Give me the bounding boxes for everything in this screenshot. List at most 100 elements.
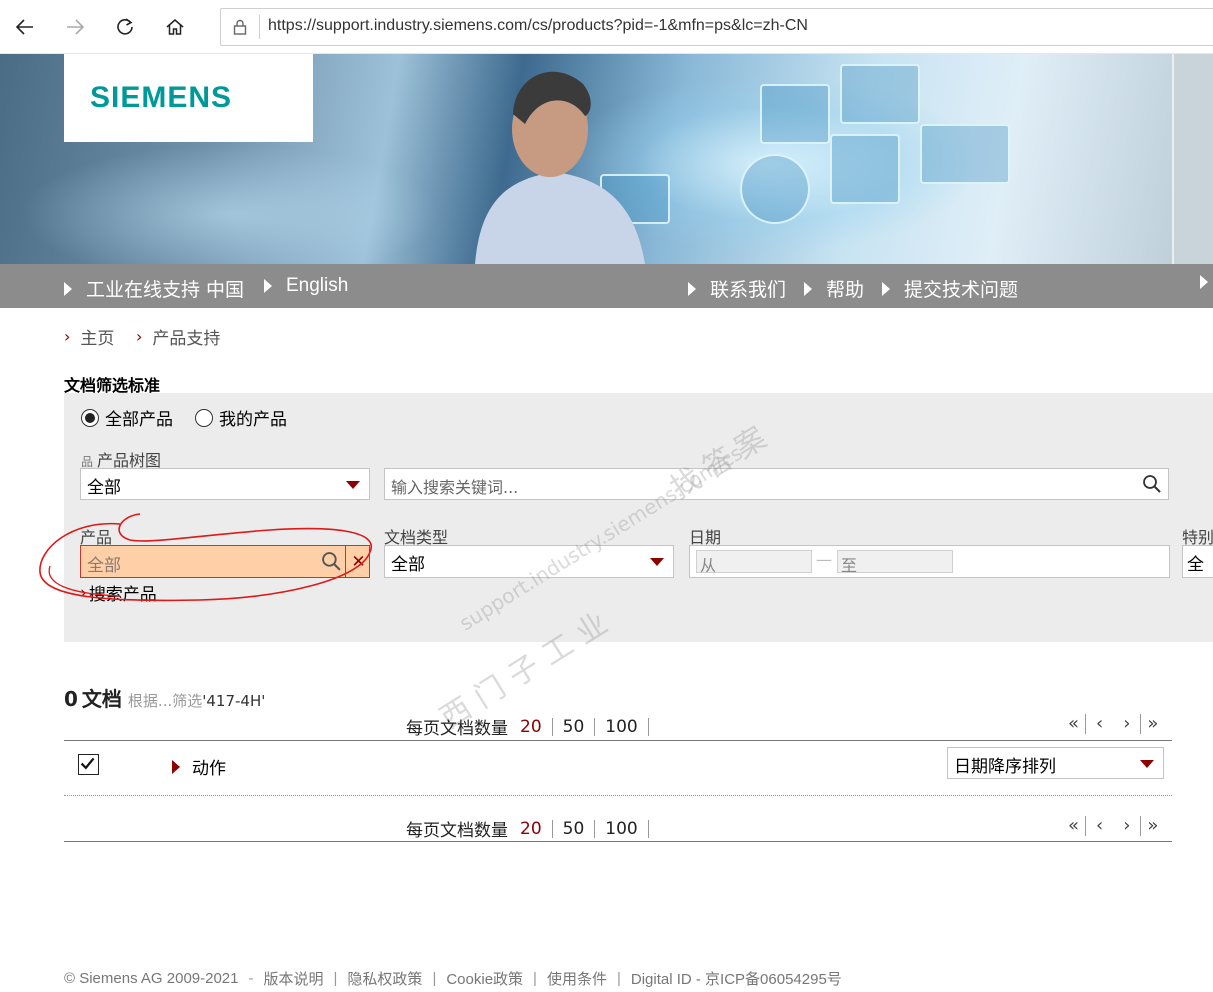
nav-label: 联系我们 bbox=[710, 279, 787, 301]
footer-link-digital-id[interactable]: Digital ID - 京ICP备06054295号 bbox=[631, 968, 842, 989]
refresh-button[interactable] bbox=[110, 12, 140, 42]
filter-panel bbox=[64, 393, 1213, 642]
footer-separator: | bbox=[533, 970, 537, 987]
next-page-icon[interactable]: › bbox=[1113, 817, 1140, 835]
nav-more[interactable] bbox=[1200, 275, 1213, 289]
select-all-checkbox[interactable] bbox=[78, 754, 99, 775]
arrow-right-icon bbox=[1200, 275, 1208, 289]
footer-separator: | bbox=[616, 970, 621, 987]
search-icon[interactable] bbox=[1142, 474, 1162, 494]
special-select[interactable]: 全部 bbox=[1182, 545, 1213, 578]
engineer-illustration bbox=[475, 71, 645, 264]
nav-contact-us[interactable]: 联系我们 bbox=[688, 275, 786, 302]
results-word: 文档 bbox=[81, 687, 122, 711]
search-placeholder: 输入搜索关键词... bbox=[391, 478, 519, 497]
prev-page-icon[interactable]: ‹ bbox=[1086, 715, 1113, 733]
check-icon bbox=[80, 757, 95, 770]
caret-down-icon bbox=[650, 558, 664, 566]
arrow-right-icon bbox=[264, 279, 272, 293]
address-divider bbox=[259, 15, 260, 39]
hud-panel bbox=[830, 134, 900, 204]
action-label: 动作 bbox=[192, 759, 226, 779]
top-navigation: 工业在线支持 中国 English 联系我们 帮助 提交技术问题 bbox=[0, 264, 1213, 308]
prev-page-icon[interactable]: ‹ bbox=[1086, 817, 1113, 835]
first-page-icon[interactable]: « bbox=[1062, 715, 1085, 733]
footer-link-terms[interactable]: 使用条件 bbox=[547, 968, 607, 989]
keyword-search-input[interactable]: 输入搜索关键词... bbox=[384, 468, 1169, 500]
nav-english[interactable]: English bbox=[264, 275, 348, 297]
next-page-icon[interactable]: › bbox=[1113, 715, 1140, 733]
footer-link-privacy[interactable]: 隐私权政策 bbox=[347, 968, 422, 989]
hud-panel bbox=[920, 124, 1010, 184]
chevron-right-icon: › bbox=[80, 582, 87, 603]
last-page-icon[interactable]: » bbox=[1141, 715, 1164, 733]
sort-value: 日期降序排列 bbox=[954, 757, 1056, 777]
radio-circle bbox=[81, 408, 99, 427]
search-product-link[interactable]: › 搜索产品 bbox=[80, 580, 157, 606]
per-page-100[interactable]: 100 bbox=[595, 819, 649, 838]
per-page-100[interactable]: 100 bbox=[595, 717, 649, 736]
caret-down-icon bbox=[1140, 760, 1154, 768]
breadcrumb-home[interactable]: › 主页 bbox=[64, 324, 114, 349]
clear-product-button[interactable]: ✕ bbox=[345, 545, 371, 578]
banner-edge bbox=[1172, 54, 1213, 264]
home-button[interactable] bbox=[160, 12, 190, 42]
last-page-icon[interactable]: » bbox=[1141, 817, 1164, 835]
arrow-right-icon bbox=[172, 759, 180, 774]
lock-icon bbox=[233, 19, 247, 35]
nav-help[interactable]: 帮助 bbox=[804, 275, 864, 302]
browser-toolbar: https://support.industry.siemens.com/cs/… bbox=[0, 0, 1213, 54]
radio-dot bbox=[85, 412, 95, 423]
sort-select[interactable]: 日期降序排列 bbox=[947, 747, 1164, 779]
tree-select-value: 全部 bbox=[87, 478, 121, 498]
first-page-icon[interactable]: « bbox=[1062, 817, 1085, 835]
radio-all-products[interactable]: 全部产品 bbox=[81, 405, 173, 430]
results-filter-by: 根据...筛选 bbox=[127, 692, 203, 710]
url-text[interactable]: https://support.industry.siemens.com/cs/… bbox=[268, 17, 808, 35]
results-summary: 0 文档 根据...筛选 '417-4H' bbox=[64, 683, 265, 712]
nav-label: English bbox=[286, 275, 349, 296]
footer: © Siemens AG 2009-2021 - 版本说明 | 隐私权政策 | … bbox=[64, 968, 842, 989]
action-menu[interactable]: 动作 bbox=[172, 754, 226, 779]
product-tree-select[interactable]: 全部 bbox=[80, 468, 370, 500]
per-page-20[interactable]: 20 bbox=[510, 717, 553, 736]
arrow-right-icon bbox=[688, 281, 696, 296]
date-to-input[interactable]: 至 bbox=[837, 550, 953, 575]
product-input[interactable]: 全部 ✕ bbox=[80, 545, 370, 578]
hud-dial bbox=[740, 154, 810, 224]
siemens-logo: SIEMENS bbox=[90, 81, 233, 114]
footer-separator: | bbox=[333, 970, 338, 987]
footer-separator: - bbox=[248, 970, 254, 987]
radio-my-products[interactable]: 我的产品 bbox=[195, 405, 287, 430]
forward-button[interactable] bbox=[60, 12, 90, 42]
hero-banner: SIEMENS bbox=[0, 54, 1213, 264]
caret-down-icon bbox=[346, 481, 360, 489]
breadcrumb-product-support[interactable]: › 产品支持 bbox=[136, 324, 220, 349]
home-icon bbox=[166, 19, 184, 35]
footer-link-cookie[interactable]: Cookie政策 bbox=[446, 968, 523, 989]
nav-industry-support-china[interactable]: 工业在线支持 中国 bbox=[64, 275, 244, 302]
back-button[interactable] bbox=[10, 12, 40, 42]
nav-submit-question[interactable]: 提交技术问题 bbox=[882, 275, 1018, 302]
address-bar[interactable]: https://support.industry.siemens.com/cs/… bbox=[220, 8, 1213, 46]
pager-top: « ‹ › » bbox=[1062, 714, 1164, 734]
hud-panel bbox=[760, 84, 830, 144]
date-separator: — bbox=[816, 550, 832, 569]
date-from-input[interactable]: 从 bbox=[696, 550, 812, 575]
per-page-label: 每页文档数量 bbox=[406, 821, 508, 841]
logo-box[interactable]: SIEMENS bbox=[64, 54, 313, 142]
pager-bottom: « ‹ › » bbox=[1062, 816, 1164, 836]
nav-label: 提交技术问题 bbox=[904, 279, 1019, 301]
footer-link-release-notes[interactable]: 版本说明 bbox=[264, 968, 324, 989]
breadcrumb-label: 主页 bbox=[80, 329, 115, 349]
results-count: 0 bbox=[64, 687, 78, 711]
doc-type-select[interactable]: 全部 bbox=[384, 545, 674, 578]
per-page-50[interactable]: 50 bbox=[553, 717, 596, 736]
date-range: 从 — 至 bbox=[689, 545, 1170, 578]
search-icon[interactable] bbox=[321, 551, 342, 572]
special-value: 全部 bbox=[1187, 555, 1204, 575]
footer-separator: | bbox=[432, 970, 437, 987]
per-page-20[interactable]: 20 bbox=[510, 819, 553, 838]
per-page-50[interactable]: 50 bbox=[553, 819, 596, 838]
back-arrow-icon bbox=[15, 19, 33, 35]
